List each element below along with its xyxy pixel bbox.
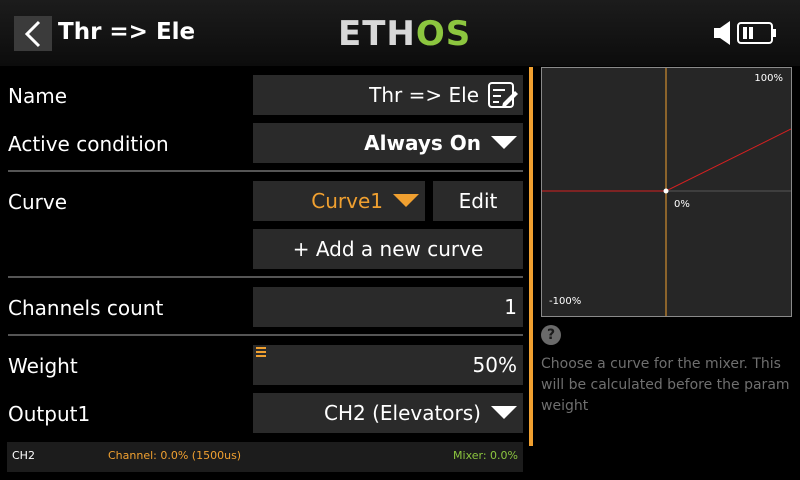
page-title: Thr => Ele (58, 19, 196, 45)
output1-select[interactable]: CH2 (Elevators) (253, 393, 523, 433)
channel-name: CH2 (12, 449, 35, 462)
chevron-left-icon (24, 20, 41, 47)
active-condition-value: Always On (364, 131, 481, 155)
divider (8, 334, 523, 336)
dropdown-arrow-icon (491, 406, 517, 419)
divider (8, 170, 523, 172)
curve-plot (542, 68, 791, 316)
output1-label: Output1 (8, 402, 91, 426)
header-status-icons (710, 18, 782, 48)
curve-value: Curve1 (311, 189, 383, 213)
graph-bottom-label: -100% (549, 296, 582, 307)
battery-icon (737, 22, 776, 44)
edit-curve-label: Edit (458, 189, 498, 213)
channels-count-value: 1 (504, 295, 517, 319)
name-value: Thr => Ele (369, 83, 479, 107)
edit-text-icon (488, 82, 518, 108)
curve-select[interactable]: Curve1 (253, 181, 425, 221)
speaker-icon[interactable] (712, 18, 736, 48)
mixer-info: Mixer: 0.0% (453, 449, 518, 462)
add-curve-label: + Add a new curve (292, 237, 484, 261)
curve-graph: 100% 0% -100% (541, 67, 792, 317)
active-condition-select[interactable]: Always On (253, 123, 523, 163)
weight-label: Weight (8, 354, 78, 378)
name-field[interactable]: Thr => Ele (253, 75, 523, 115)
channels-count-field[interactable]: 1 (253, 287, 523, 327)
channel-status-bar: CH2 Channel: 0.0% (1500us) Mixer: 0.0% (7, 442, 523, 472)
options-icon[interactable] (256, 347, 268, 357)
channel-info: Channel: 0.0% (1500us) (108, 449, 242, 462)
channels-count-label: Channels count (8, 296, 164, 320)
scrollbar[interactable] (529, 67, 533, 446)
help-text: Choose a curve for the mixer. This will … (541, 356, 790, 414)
divider (8, 276, 523, 278)
edit-curve-button[interactable]: Edit (433, 181, 523, 221)
add-curve-button[interactable]: + Add a new curve (253, 229, 523, 269)
active-condition-label: Active condition (8, 132, 169, 156)
dropdown-arrow-icon (393, 194, 419, 207)
header-bar: Thr => Ele ETHOS (0, 0, 800, 66)
weight-field[interactable]: 50% (253, 345, 523, 385)
graph-top-label: 100% (754, 73, 783, 84)
dropdown-arrow-icon (491, 136, 517, 149)
name-label: Name (8, 84, 68, 108)
curve-label: Curve (8, 190, 68, 214)
graph-center-label: 0% (674, 199, 690, 210)
back-button[interactable] (14, 16, 52, 51)
ethos-logo: ETHOS (338, 14, 472, 54)
curve-point (663, 188, 669, 194)
help-icon: ? (541, 325, 561, 345)
weight-value: 50% (472, 353, 517, 377)
output1-value: CH2 (Elevators) (323, 401, 481, 425)
